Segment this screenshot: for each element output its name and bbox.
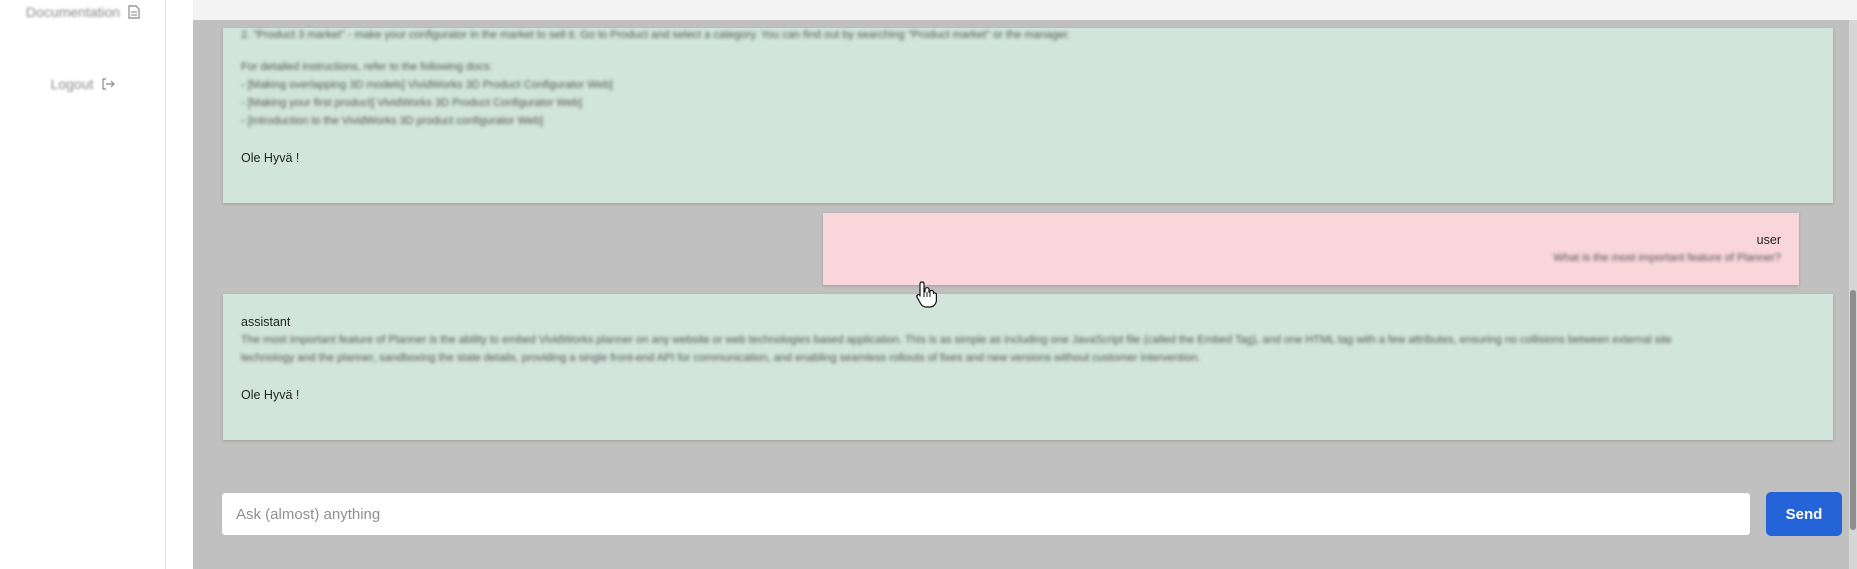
sidebar: Documentation Logout [0, 0, 166, 569]
message-line: For detailed instructions, refer to the … [241, 61, 493, 73]
message-line: - [Introduction to the VividWorks 3D pro… [241, 115, 544, 127]
scrollbar-thumb[interactable] [1850, 290, 1856, 530]
message-role: user [1756, 233, 1781, 247]
message-line: - [Making overlapping 3D models] VividWo… [241, 79, 613, 91]
assistant-message: assistant The most important feature of … [223, 294, 1833, 440]
message-line: 2. "Product 3 market" - make your config… [241, 29, 1071, 41]
sidebar-item-label: Documentation [25, 4, 121, 20]
top-bar [193, 0, 1857, 20]
sidebar-item-label: Logout [50, 76, 94, 92]
assistant-message: 2. "Product 3 market" - make your config… [223, 28, 1833, 203]
message-line: technology and the planner, sandboxing t… [241, 352, 1201, 364]
message-text: What is the most important feature of Pl… [1553, 252, 1781, 264]
user-message: user What is the most important feature … [823, 213, 1799, 285]
document-icon [128, 5, 140, 19]
message-signoff: Ole Hyvä ! [241, 151, 300, 165]
chat-scrollbar[interactable] [1849, 20, 1857, 569]
hand-pointer-icon [915, 280, 937, 308]
sidebar-item-logout[interactable]: Logout [0, 76, 166, 92]
chat-input[interactable] [221, 492, 1751, 536]
message-signoff: Ole Hyvä ! [241, 388, 300, 402]
message-role: assistant [241, 315, 291, 329]
send-button[interactable]: Send [1766, 492, 1842, 536]
logout-arrow-icon [101, 77, 116, 91]
sidebar-item-documentation[interactable]: Documentation [0, 4, 166, 20]
message-line: The most important feature of Planner is… [241, 334, 1672, 346]
message-line: - [Making your first product] VividWorks… [241, 97, 583, 109]
